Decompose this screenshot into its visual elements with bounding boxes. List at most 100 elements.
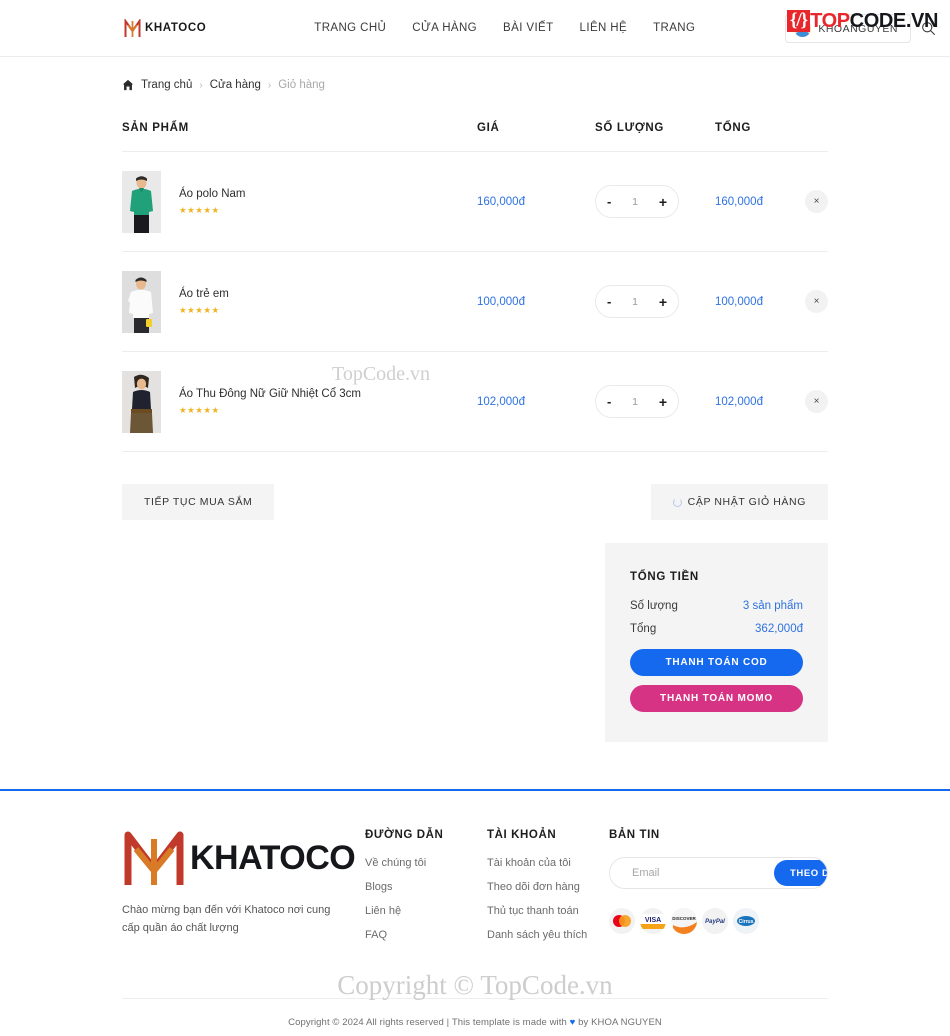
continue-shopping-button[interactable]: TIẾP TỤC MUA SẮM bbox=[122, 484, 275, 520]
nav-item-bai-viet[interactable]: BÀI VIẾT bbox=[503, 22, 554, 34]
cart-table-header: SẢN PHẨM GIÁ SỐ LƯỢNG TỔNG bbox=[122, 122, 828, 152]
footer-link-thu-tuc-thanh-toan[interactable]: Thủ tục thanh toán bbox=[487, 905, 609, 917]
remove-item-button[interactable]: × bbox=[805, 390, 828, 413]
footer-link-danh-sach-yeu-thich[interactable]: Danh sách yêu thích bbox=[487, 929, 609, 941]
totals-quantity-label: Số lượng bbox=[630, 600, 678, 612]
footer-link-lien-he[interactable]: Liên hệ bbox=[365, 905, 487, 917]
footer-newsletter-title: BẢN TIN bbox=[609, 829, 660, 841]
product-price: 100,000đ bbox=[477, 295, 525, 308]
site-logo-text: KHATOCO bbox=[145, 22, 207, 34]
update-cart-label: CẬP NHẬT GIỎ HÀNG bbox=[687, 496, 806, 508]
table-row: Áo trẻ em ★★★★★ 100,000đ - + 100,000đ × bbox=[122, 252, 828, 352]
footer-link-blogs[interactable]: Blogs bbox=[365, 881, 487, 893]
svg-text:PayPal: PayPal bbox=[705, 919, 725, 925]
breadcrumb-item-cua-hang[interactable]: Cửa hàng bbox=[210, 79, 261, 91]
product-line-total: 102,000đ bbox=[715, 395, 763, 408]
totals-title: TỔNG TIỀN bbox=[630, 571, 699, 583]
footer-logo[interactable]: KHATOCO bbox=[122, 829, 365, 887]
quantity-increase-button[interactable]: + bbox=[659, 395, 667, 409]
column-header-product: SẢN PHẨM bbox=[122, 122, 189, 134]
product-rating: ★★★★★ bbox=[179, 204, 220, 215]
site-footer: KHATOCO Chào mừng bạn đến với Khatoco nơ… bbox=[0, 789, 950, 1036]
visa-icon: VISA bbox=[640, 908, 666, 934]
product-rating: ★★★★★ bbox=[179, 304, 220, 315]
product-name[interactable]: Áo Thu Đông Nữ Giữ Nhiệt Cổ 3cm bbox=[179, 388, 361, 400]
svg-text:VISA: VISA bbox=[645, 917, 661, 924]
quantity-input[interactable] bbox=[625, 295, 646, 308]
product-name[interactable]: Áo trẻ em bbox=[179, 288, 229, 300]
quantity-stepper[interactable]: - + bbox=[595, 285, 679, 318]
header-right-area: KHOANGUYEN {/} TOP CODE .VN bbox=[785, 0, 950, 57]
product-thumbnail[interactable] bbox=[122, 370, 161, 433]
column-header-total: TỔNG bbox=[715, 122, 752, 134]
main-navigation: TRANG CHỦ CỬA HÀNG BÀI VIẾT LIÊN HỆ TRAN… bbox=[314, 22, 695, 34]
avatar bbox=[794, 20, 812, 37]
breadcrumb-separator: › bbox=[267, 79, 272, 91]
column-header-quantity: SỐ LƯỢNG bbox=[595, 122, 665, 134]
khatoco-logo-icon bbox=[124, 831, 184, 885]
product-price: 102,000đ bbox=[477, 395, 525, 408]
breadcrumb: Trang chủ › Cửa hàng › Giỏ hàng bbox=[0, 57, 950, 91]
totals-total-value: 362,000đ bbox=[755, 623, 803, 635]
product-line-total: 100,000đ bbox=[715, 295, 763, 308]
product-price: 160,000đ bbox=[477, 195, 525, 208]
breadcrumb-item-gio-hang: Giỏ hàng bbox=[278, 79, 325, 91]
footer-links-title: ĐƯỜNG DẪN bbox=[365, 829, 444, 841]
loading-spinner-icon bbox=[672, 497, 682, 507]
copyright-bar: Copyright © 2024 All rights reserved | T… bbox=[122, 998, 828, 1030]
pay-cod-button[interactable]: THANH TOÁN COD bbox=[630, 649, 803, 676]
khatoco-logo-icon bbox=[124, 18, 141, 37]
footer-links-column: ĐƯỜNG DẪN Về chúng tôi Blogs Liên hệ FAQ bbox=[365, 829, 487, 953]
home-icon bbox=[122, 79, 134, 91]
account-button[interactable]: KHOANGUYEN bbox=[785, 14, 911, 43]
footer-link-faq[interactable]: FAQ bbox=[365, 929, 487, 941]
nav-item-lien-he[interactable]: LIÊN HỆ bbox=[580, 22, 628, 34]
mastercard-icon bbox=[609, 908, 635, 934]
breadcrumb-item-trang-chu[interactable]: Trang chủ bbox=[141, 79, 192, 91]
site-header: KHATOCO TRANG CHỦ CỬA HÀNG BÀI VIẾT LIÊN… bbox=[0, 0, 950, 57]
cirrus-icon: Cirrus bbox=[733, 908, 759, 934]
nav-item-trang-chu[interactable]: TRANG CHỦ bbox=[314, 22, 386, 34]
footer-tagline: Chào mừng bạn đến với Khatoco nơi cung c… bbox=[122, 904, 331, 935]
table-row: Áo Thu Đông Nữ Giữ Nhiệt Cổ 3cm ★★★★★ 10… bbox=[122, 352, 828, 452]
quantity-stepper[interactable]: - + bbox=[595, 185, 679, 218]
cart-page: KHATOCO TRANG CHỦ CỬA HÀNG BÀI VIẾT LIÊN… bbox=[0, 0, 950, 1036]
pay-momo-button[interactable]: THANH TOÁN MOMO bbox=[630, 685, 803, 712]
nav-item-trang[interactable]: TRANG bbox=[653, 22, 695, 34]
subscribe-button[interactable]: THEO DÕI bbox=[774, 860, 827, 886]
newsletter-form: THEO DÕI bbox=[609, 857, 828, 889]
table-row: Áo polo Nam ★★★★★ 160,000đ - + 160,000đ … bbox=[122, 152, 828, 252]
newsletter-email-input[interactable] bbox=[610, 867, 774, 879]
svg-text:DISCOVER: DISCOVER bbox=[672, 916, 696, 921]
nav-item-cua-hang[interactable]: CỬA HÀNG bbox=[412, 22, 477, 34]
totals-quantity-row: Số lượng 3 sản phẩm bbox=[630, 600, 803, 612]
breadcrumb-separator: › bbox=[199, 79, 203, 91]
product-thumbnail[interactable] bbox=[122, 170, 161, 233]
quantity-input[interactable] bbox=[625, 395, 646, 408]
footer-account-title: TÀI KHOẢN bbox=[487, 829, 557, 841]
footer-newsletter-column: BẢN TIN THEO DÕI bbox=[609, 829, 839, 953]
account-name: KHOANGUYEN bbox=[818, 22, 898, 35]
quantity-decrease-button[interactable]: - bbox=[607, 395, 611, 408]
remove-item-button[interactable]: × bbox=[805, 290, 828, 313]
cart-actions: TIẾP TỤC MUA SẮM CẬP NHẬT GIỎ HÀNG bbox=[122, 484, 828, 520]
paypal-icon: PayPal bbox=[702, 908, 728, 934]
product-thumbnail[interactable] bbox=[122, 270, 161, 333]
quantity-increase-button[interactable]: + bbox=[659, 195, 667, 209]
update-cart-button[interactable]: CẬP NHẬT GIỎ HÀNG bbox=[650, 484, 828, 520]
remove-item-button[interactable]: × bbox=[805, 190, 828, 213]
product-rating: ★★★★★ bbox=[179, 404, 220, 415]
footer-link-theo-doi-don-hang[interactable]: Theo dõi đơn hàng bbox=[487, 881, 609, 893]
footer-link-tai-khoan-cua-toi[interactable]: Tài khoản của tôi bbox=[487, 857, 609, 869]
quantity-input[interactable] bbox=[625, 195, 646, 208]
totals-quantity-value: 3 sản phẩm bbox=[742, 600, 803, 612]
footer-link-ve-chung-toi[interactable]: Về chúng tôi bbox=[365, 857, 487, 869]
search-icon[interactable] bbox=[921, 21, 936, 36]
quantity-increase-button[interactable]: + bbox=[659, 295, 667, 309]
quantity-decrease-button[interactable]: - bbox=[607, 295, 611, 308]
quantity-stepper[interactable]: - + bbox=[595, 385, 679, 418]
product-name[interactable]: Áo polo Nam bbox=[179, 188, 245, 200]
site-logo[interactable]: KHATOCO bbox=[124, 18, 207, 38]
payment-icons: VISA DISCOVER PayPal Cirrus bbox=[609, 908, 839, 934]
quantity-decrease-button[interactable]: - bbox=[607, 195, 611, 208]
